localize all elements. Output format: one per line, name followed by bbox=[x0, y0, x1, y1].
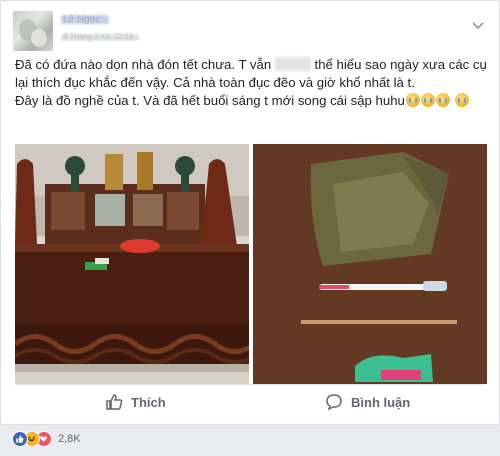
post-card: Lê Ngọc 8 Tháng 2 lúc 22:16 Đã có đứa nà… bbox=[0, 0, 500, 425]
post-text-line2: Đây là đồ nghề của t. Và đã hết buổi sán… bbox=[15, 93, 405, 108]
post-text: Đã có đứa nào dọn nhà đón tết chưa. T vẫ… bbox=[15, 56, 487, 110]
thumbs-up-icon bbox=[106, 394, 123, 410]
post-actions: Thích Bình luận bbox=[15, 385, 487, 419]
like-reaction-icon bbox=[12, 431, 28, 447]
post-text-part1: Đã có đứa nào dọn nhà đón tết chưa. T vẫ… bbox=[15, 57, 272, 72]
chevron-down-icon[interactable] bbox=[471, 17, 485, 30]
author-avatar[interactable] bbox=[13, 11, 53, 51]
comment-label: Bình luận bbox=[351, 394, 411, 410]
redacted-word bbox=[274, 57, 311, 71]
author-name[interactable]: Lê Ngọc bbox=[61, 14, 111, 25]
crying-emoji-icon bbox=[405, 93, 420, 107]
like-button[interactable]: Thích bbox=[105, 385, 166, 419]
reaction-summary[interactable]: 2,8K bbox=[12, 428, 81, 450]
comment-button[interactable]: Bình luận bbox=[325, 385, 410, 419]
crying-emoji-icon bbox=[420, 93, 435, 107]
post-photo-tools[interactable] bbox=[253, 144, 487, 384]
crying-emoji-icon bbox=[435, 93, 450, 107]
comment-bubble-icon bbox=[326, 394, 342, 411]
reaction-count: 2,8K bbox=[58, 433, 81, 445]
post-timestamp[interactable]: 8 Tháng 2 lúc 22:16 bbox=[61, 32, 141, 42]
crying-emoji-icon bbox=[454, 93, 469, 107]
like-label: Thích bbox=[131, 394, 166, 410]
post-photo-furniture[interactable] bbox=[15, 144, 249, 384]
